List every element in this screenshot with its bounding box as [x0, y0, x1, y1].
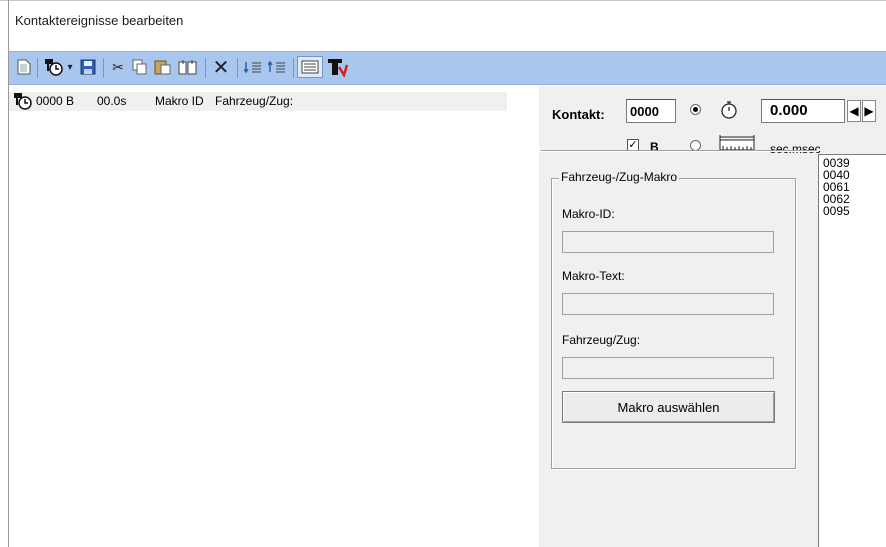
- text-format-icon[interactable]: [325, 56, 349, 78]
- dropdown-arrow-icon[interactable]: ▾: [65, 56, 75, 78]
- toolbar-separator: [205, 58, 206, 78]
- row-contact: 0000 B: [36, 94, 75, 108]
- macro-text-field[interactable]: [562, 293, 774, 315]
- detail-panel: Kontakt: 0000 0.000 ◀ ▶ ✓ B sec.msec Mak…: [539, 86, 886, 547]
- id-list[interactable]: 0039 0040 0061 0062 0095: [818, 154, 886, 547]
- macro-text-label: Makro-Text:: [562, 269, 625, 283]
- cut-icon[interactable]: ✂: [109, 56, 127, 78]
- list-item[interactable]: 0095: [823, 205, 886, 217]
- macro-group-legend: Fahrzeug-/Zug-Makro: [559, 170, 680, 184]
- window-titlebar: Kontaktereignisse bearbeiten: [9, 1, 886, 51]
- macro-id-label: Makro-ID:: [562, 207, 615, 221]
- window-title: Kontaktereignisse bearbeiten: [15, 13, 184, 28]
- contact-event-icon[interactable]: [43, 56, 65, 78]
- vehicle-label: Fahrzeug/Zug:: [562, 333, 641, 347]
- macro-id-field[interactable]: [562, 231, 774, 253]
- new-document-icon[interactable]: [15, 56, 33, 78]
- paste-special-icon[interactable]: [177, 56, 199, 78]
- row-macro-id: Makro ID: [155, 94, 204, 108]
- stopwatch-icon: [719, 100, 739, 123]
- time-unit-label: sec.msec: [770, 142, 821, 156]
- kontakt-input[interactable]: 0000: [626, 99, 676, 123]
- copy-icon[interactable]: [131, 56, 149, 78]
- contact-event-icon: [13, 92, 33, 113]
- delete-icon[interactable]: ✕: [211, 56, 231, 79]
- kontakt-label: Kontakt:: [552, 107, 605, 122]
- increase-time-button[interactable]: ▶: [862, 100, 876, 122]
- divider-highlight: [541, 151, 817, 152]
- timer-radio[interactable]: [690, 104, 701, 115]
- contact-bar: Kontakt: 0000 0.000 ◀ ▶ ✓ B sec.msec: [539, 92, 886, 156]
- vehicle-field[interactable]: [562, 357, 774, 379]
- row-time: 00.0s: [97, 94, 127, 108]
- list-view-icon[interactable]: [297, 56, 323, 78]
- row-vehicle: Fahrzeug/Zug:: [215, 94, 294, 108]
- save-icon[interactable]: [79, 56, 97, 78]
- event-list[interactable]: 0000 B 00.0s Makro ID Fahrzeug/Zug:: [9, 86, 539, 547]
- time-input[interactable]: 0.000: [761, 99, 845, 123]
- toolbar-separator: [237, 58, 238, 78]
- paste-icon[interactable]: [153, 56, 173, 78]
- toolbar-separator: [37, 58, 38, 78]
- select-macro-button[interactable]: Makro auswählen: [562, 391, 775, 423]
- toolbar: ▾ ✂ ✕: [9, 51, 886, 85]
- list-item[interactable]: 0000 B 00.0s Makro ID Fahrzeug/Zug:: [9, 92, 507, 111]
- move-down-icon[interactable]: [243, 56, 263, 78]
- decrease-time-button[interactable]: ◀: [847, 100, 861, 122]
- macro-group: Makro-ID: Makro-Text: Fahrzeug/Zug: Makr…: [551, 178, 796, 469]
- move-up-icon[interactable]: [267, 56, 287, 78]
- toolbar-separator: [293, 58, 294, 78]
- toolbar-separator: [103, 58, 104, 78]
